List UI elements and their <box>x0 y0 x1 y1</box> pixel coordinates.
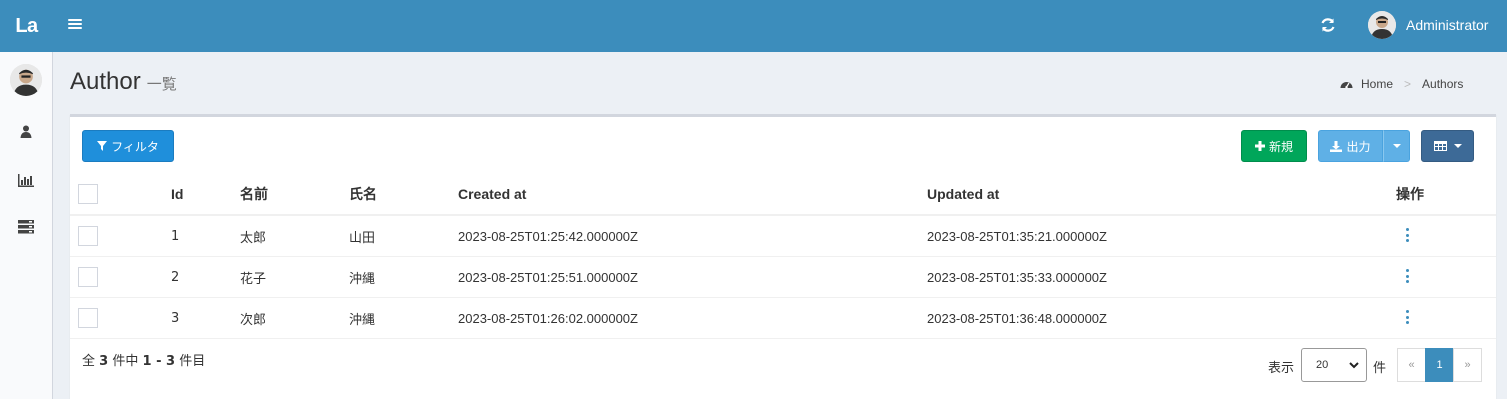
sidebar <box>0 52 53 399</box>
new-button-label: 新規 <box>1268 139 1293 154</box>
per-page-label: 表示 <box>1268 361 1295 376</box>
row-checkbox[interactable] <box>78 267 98 287</box>
summary-prefix: 全 <box>82 354 96 369</box>
user-name: Administrator <box>1406 17 1489 33</box>
column-header-name[interactable]: 名前 <box>240 174 268 214</box>
table-header-row: Id 名前 氏名 Created at Updated at 操作 <box>70 174 1496 216</box>
summary-mid: 件中 <box>112 354 139 369</box>
plus-icon <box>1254 141 1265 151</box>
kebab-icon[interactable] <box>1406 228 1410 242</box>
refresh-icon[interactable] <box>1319 16 1337 34</box>
chevron-down-icon <box>1349 362 1359 369</box>
export-dropdown-toggle[interactable] <box>1383 130 1410 162</box>
filter-button-label: フィルタ <box>111 139 159 154</box>
server-icon[interactable] <box>16 219 36 235</box>
summary-range: 1 - 3 <box>142 354 176 369</box>
data-table: Id 名前 氏名 Created at Updated at 操作 1 太郎 山… <box>70 174 1496 339</box>
kebab-icon[interactable] <box>1406 269 1410 283</box>
breadcrumb-home[interactable]: Home <box>1361 77 1393 91</box>
cell-created-at: 2023-08-25T01:25:51.000000Z <box>458 269 638 285</box>
cell-id: 3 <box>171 310 180 326</box>
chevron-down-icon <box>1392 144 1401 148</box>
select-all-checkbox[interactable] <box>78 184 98 204</box>
cell-full-name: 沖縄 <box>349 312 376 328</box>
bar-chart-icon[interactable] <box>16 172 36 188</box>
column-header-created-at[interactable]: Created at <box>458 174 526 214</box>
dashboard-icon <box>1340 81 1353 88</box>
pagination-page[interactable]: 1 <box>1425 348 1454 382</box>
per-page-value: 20 <box>1316 359 1329 371</box>
kebab-icon[interactable] <box>1406 310 1410 324</box>
page-subtitle: 一覧 <box>146 75 177 93</box>
column-header-id[interactable]: Id <box>171 174 183 214</box>
sidebar-avatar[interactable] <box>10 64 42 96</box>
avatar <box>1368 11 1396 39</box>
pagination: « 1 » <box>1397 348 1482 382</box>
content-header: Author 一覧 <box>70 68 177 96</box>
cell-created-at: 2023-08-25T01:25:42.000000Z <box>458 228 638 244</box>
new-button[interactable]: 新規 <box>1241 130 1307 162</box>
export-button-label: 出力 <box>1346 139 1371 154</box>
breadcrumb-separator: > <box>1404 77 1412 91</box>
cell-full-name: 沖縄 <box>349 271 376 287</box>
pagination-prev[interactable]: « <box>1397 348 1426 382</box>
row-checkbox[interactable] <box>78 226 98 246</box>
top-navbar: La Administrator <box>0 0 1507 52</box>
hamburger-icon[interactable] <box>68 17 82 31</box>
per-page-unit: 件 <box>1373 361 1387 376</box>
summary-total: 3 <box>99 354 109 369</box>
breadcrumb: Home > Authors <box>1340 77 1463 91</box>
export-button[interactable]: 出力 <box>1318 130 1383 162</box>
per-page-select[interactable]: 20 <box>1301 348 1367 382</box>
download-icon <box>1330 140 1343 152</box>
user-menu[interactable]: Administrator <box>1368 11 1488 39</box>
user-icon[interactable] <box>16 123 36 139</box>
table-row: 1 太郎 山田 2023-08-25T01:25:42.000000Z 2023… <box>70 216 1496 257</box>
cell-name: 太郎 <box>240 230 267 246</box>
filter-button[interactable]: フィルタ <box>82 130 174 162</box>
filter-icon <box>97 141 108 151</box>
cell-name: 花子 <box>240 271 267 287</box>
row-checkbox[interactable] <box>78 308 98 328</box>
column-header-updated-at[interactable]: Updated at <box>927 174 999 214</box>
grid-box: フィルタ 新規 出力 Id 名前 氏名 Created at Updated a… <box>70 114 1496 399</box>
cell-id: 1 <box>171 228 180 244</box>
cell-updated-at: 2023-08-25T01:35:33.000000Z <box>927 269 1107 285</box>
pagination-next[interactable]: » <box>1453 348 1482 382</box>
summary-suffix: 件目 <box>179 354 206 369</box>
chevron-down-icon <box>1453 144 1462 148</box>
page-title: Author <box>70 68 141 95</box>
breadcrumb-current: Authors <box>1422 77 1464 91</box>
pagination-summary: 全 3 件中 1 - 3 件目 <box>82 350 205 369</box>
cell-updated-at: 2023-08-25T01:36:48.000000Z <box>927 310 1107 326</box>
app-logo[interactable]: La <box>0 0 53 52</box>
table-row: 3 次郎 沖縄 2023-08-25T01:26:02.000000Z 2023… <box>70 298 1496 339</box>
cell-updated-at: 2023-08-25T01:35:21.000000Z <box>927 228 1107 244</box>
cell-name: 次郎 <box>240 312 267 328</box>
cell-id: 2 <box>171 269 180 285</box>
table-row: 2 花子 沖縄 2023-08-25T01:25:51.000000Z 2023… <box>70 257 1496 298</box>
cell-full-name: 山田 <box>349 230 376 246</box>
column-header-full-name[interactable]: 氏名 <box>349 174 377 214</box>
cell-created-at: 2023-08-25T01:26:02.000000Z <box>458 310 638 326</box>
column-header-actions: 操作 <box>1396 186 1424 202</box>
columns-selector-button[interactable] <box>1421 130 1474 162</box>
table-icon <box>1433 141 1447 151</box>
